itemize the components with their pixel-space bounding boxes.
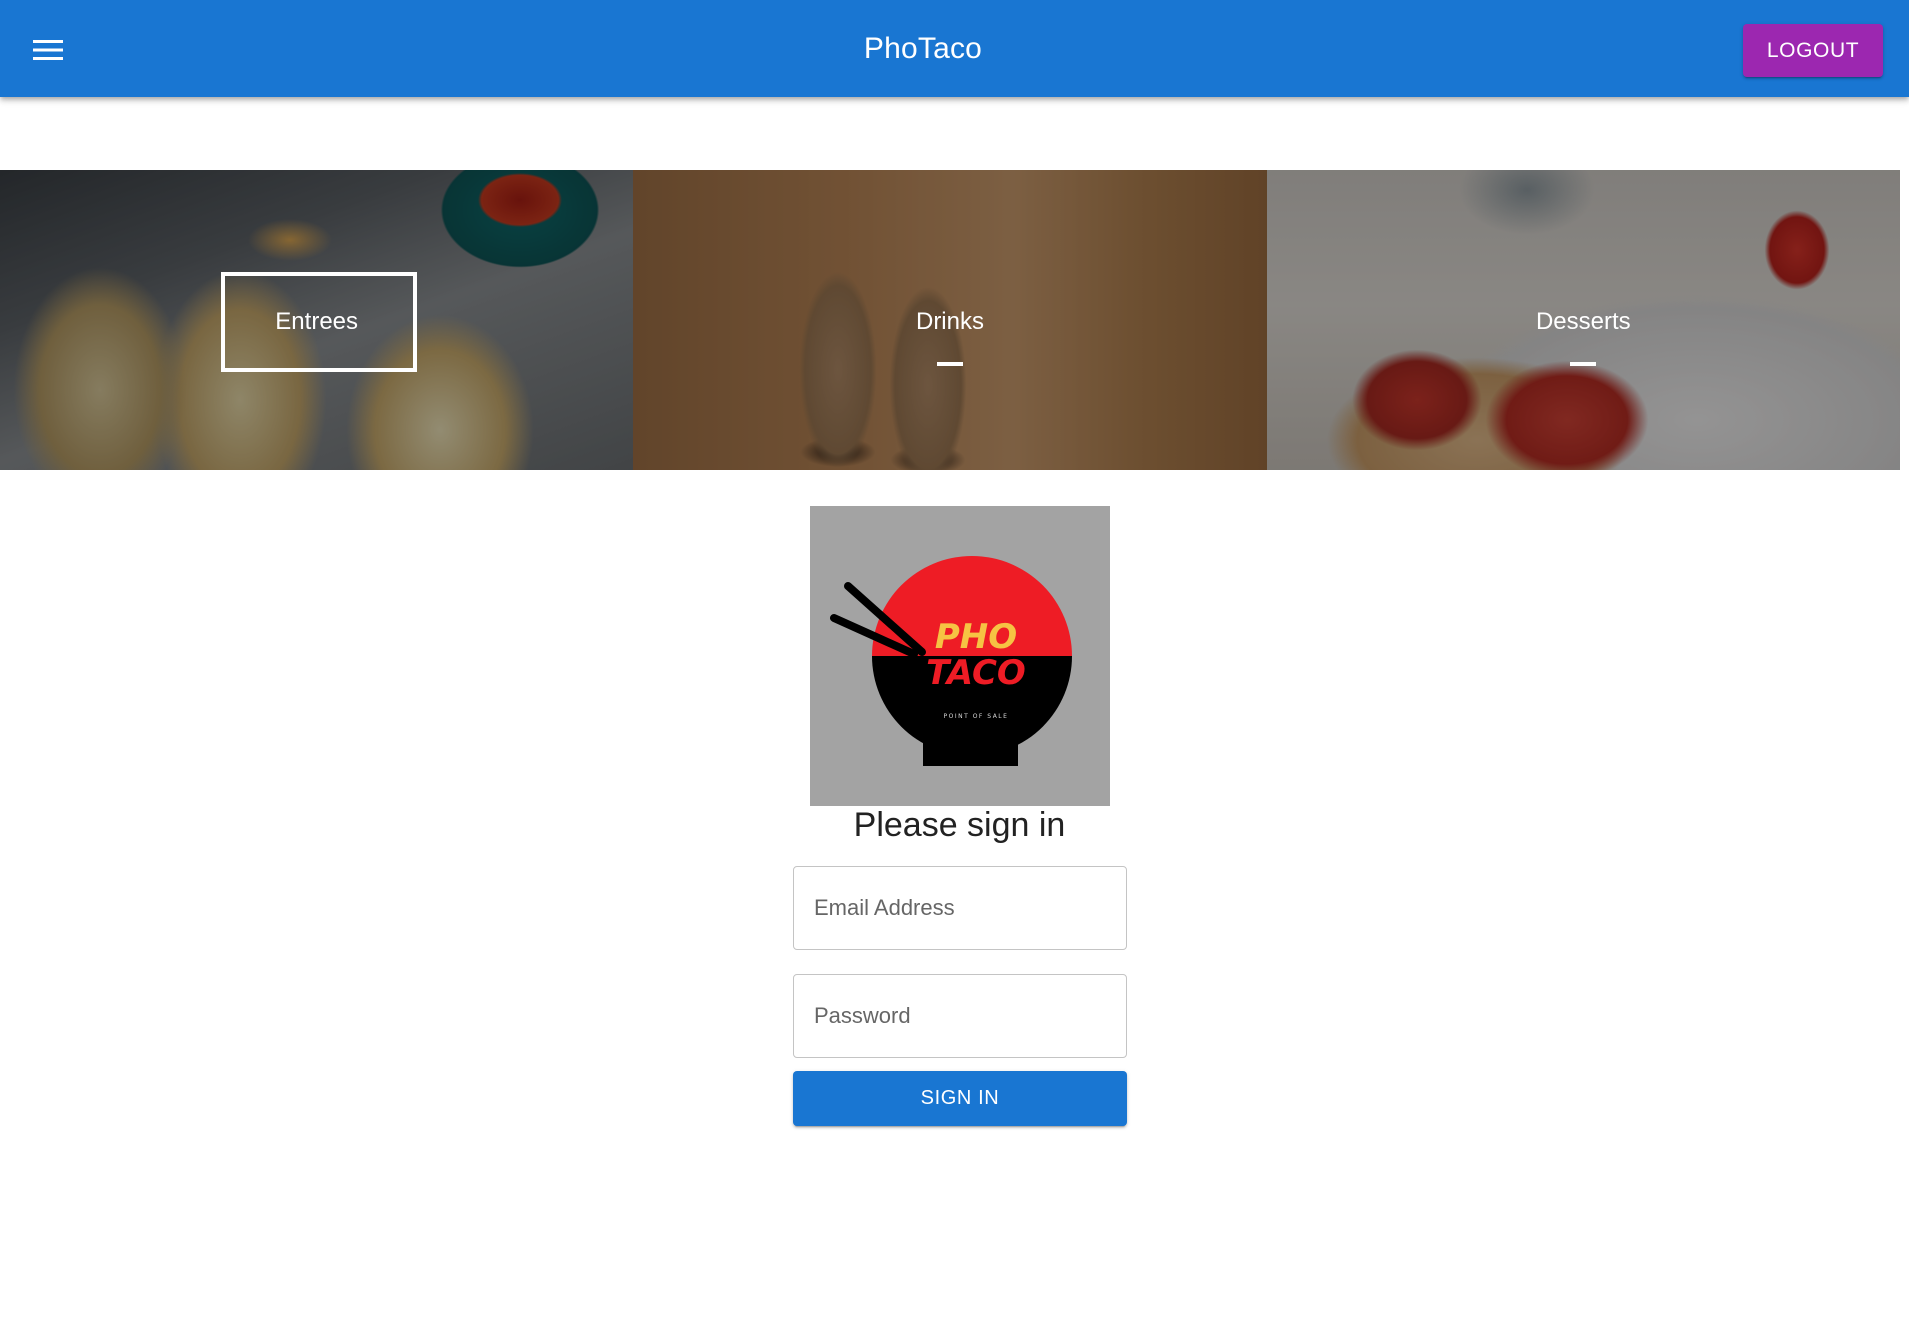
app-title: PhoTaco — [863, 31, 983, 65]
category-tile-desserts[interactable]: Desserts — [1266, 170, 1900, 470]
category-tile-entrees[interactable]: Entrees — [0, 170, 634, 470]
category-label: Entrees — [275, 308, 359, 335]
app-bar: PhoTaco LOGOUT — [0, 0, 1909, 97]
signin-title: Please sign in — [853, 806, 1066, 844]
category-label: Desserts — [1535, 308, 1631, 335]
category-tile-drinks[interactable]: Drinks — [633, 170, 1267, 470]
email-field[interactable] — [793, 866, 1127, 950]
password-input[interactable] — [794, 975, 1126, 1057]
logout-button[interactable]: LOGOUT — [1743, 24, 1883, 77]
category-underline — [1570, 362, 1597, 366]
email-input[interactable] — [794, 867, 1126, 949]
logo-text-pho: PHO — [935, 617, 1017, 657]
logo-text-taco: TACO — [926, 653, 1026, 693]
category-tiles: Entrees Drinks Desserts — [0, 170, 1900, 470]
category-underline — [936, 362, 963, 366]
photaco-logo: PHO TACO POINT OF SALE — [810, 506, 1110, 806]
logo-tagline: POINT OF SALE — [944, 713, 1009, 720]
password-field[interactable] — [793, 974, 1127, 1058]
sign-in-button[interactable]: SIGN IN — [793, 1071, 1127, 1126]
category-label: Drinks — [915, 308, 984, 335]
